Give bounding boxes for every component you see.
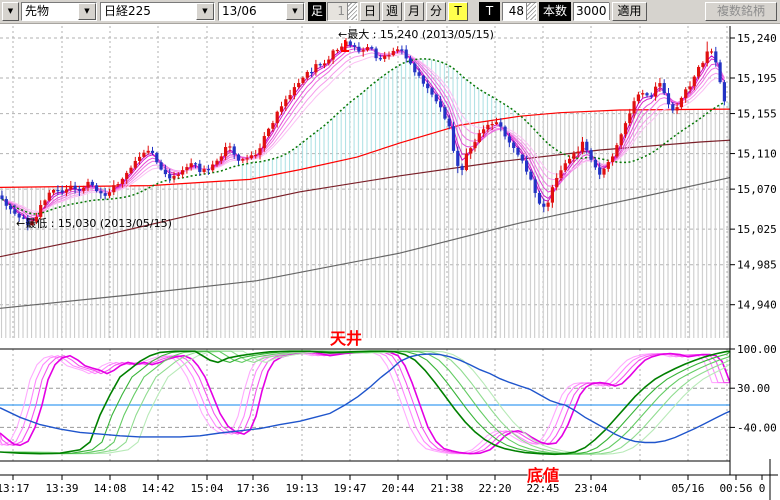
svg-text:23:04: 23:04 (574, 482, 607, 495)
chart-app: 15,240 15,195 15,155 15,110 15,070 15,025 14,9… (0, 0, 780, 500)
svg-text:14,940: 14,940 (737, 299, 777, 312)
svg-text:30.00: 30.00 (737, 382, 770, 395)
svg-text:底値: 底値 (527, 466, 559, 485)
svg-text:15,240: 15,240 (737, 32, 777, 45)
period-tick-button[interactable]: T (448, 2, 468, 21)
svg-text:00:56: 00:56 (719, 482, 752, 495)
price-chart-canvas[interactable]: 15,240 15,195 15,155 15,110 15,070 15,025 14,9… (0, 0, 780, 500)
period-month-button[interactable]: 月 (404, 2, 424, 21)
svg-text:15,110: 15,110 (737, 148, 777, 161)
period-minute-button[interactable]: 分 (426, 2, 446, 21)
svg-text:21:38: 21:38 (430, 482, 463, 495)
spinner-grip-icon[interactable] (609, 3, 610, 20)
window-dropdown-button[interactable]: ▼ (2, 2, 19, 21)
svg-text:20:44: 20:44 (381, 482, 414, 495)
apply-button[interactable]: 適用 (612, 2, 647, 21)
tick-type-label: T (479, 2, 500, 21)
period-day-button[interactable]: 日 (360, 2, 380, 21)
svg-text:22:20: 22:20 (478, 482, 511, 495)
contract-select[interactable]: 13/06 ▼ (218, 2, 305, 21)
symbol-select[interactable]: 日経225 ▼ (100, 2, 215, 21)
period-week-button[interactable]: 週 (382, 2, 402, 21)
svg-text:-40.00: -40.00 (737, 421, 777, 434)
instrument-select[interactable]: 先物 ▼ (21, 2, 97, 21)
svg-text:15:04: 15:04 (190, 482, 223, 495)
chevron-down-icon[interactable]: ▼ (78, 3, 96, 20)
spinner-grip-icon[interactable] (347, 3, 357, 20)
interval-value: 1 (328, 3, 347, 20)
svg-text:13:39: 13:39 (45, 482, 78, 495)
svg-text:100.00: 100.00 (737, 343, 777, 356)
ashi-label: 足 (308, 2, 326, 21)
contract-value: 13/06 (219, 3, 286, 20)
tick-count-value: 48 (503, 3, 526, 20)
chevron-down-icon[interactable]: ▼ (286, 3, 304, 20)
multi-symbol-button[interactable]: 複数銘柄 (705, 2, 777, 21)
svg-text:天井: 天井 (330, 329, 362, 348)
svg-text:15,155: 15,155 (737, 108, 777, 121)
bar-count-value: 3000 (574, 3, 609, 20)
svg-text:15,025: 15,025 (737, 223, 777, 236)
svg-text:05/16: 05/16 (671, 482, 704, 495)
toolbar: ▼ 先物 ▼ 日経225 ▼ 13/06 ▼ 足 1 日 週 月 分 T T 4… (0, 0, 780, 24)
svg-text:17:36: 17:36 (236, 482, 269, 495)
svg-text:0: 0 (759, 482, 766, 495)
tick-count-spinner[interactable]: 48 (502, 2, 537, 21)
bar-count-spinner[interactable]: 3000 (573, 2, 610, 21)
svg-text:13:17: 13:17 (0, 482, 30, 495)
svg-text:14:08: 14:08 (93, 482, 126, 495)
spinner-grip-icon[interactable] (526, 3, 536, 20)
svg-text:19:47: 19:47 (333, 482, 366, 495)
svg-text:←最低 : 15,030 (2013/05/15): ←最低 : 15,030 (2013/05/15) (16, 217, 172, 230)
interval-spinner[interactable]: 1 (327, 2, 358, 21)
svg-text:14:42: 14:42 (141, 482, 174, 495)
svg-text:15,070: 15,070 (737, 183, 777, 196)
chevron-down-icon[interactable]: ▼ (196, 3, 214, 20)
symbol-value: 日経225 (101, 3, 196, 20)
svg-text:14,985: 14,985 (737, 259, 777, 272)
svg-text:←最大 : 15,240 (2013/05/15): ←最大 : 15,240 (2013/05/15) (338, 27, 494, 41)
instrument-value: 先物 (22, 3, 78, 20)
bar-count-label: 本数 (539, 2, 571, 21)
svg-text:19:13: 19:13 (285, 482, 318, 495)
svg-text:15,195: 15,195 (737, 72, 777, 85)
